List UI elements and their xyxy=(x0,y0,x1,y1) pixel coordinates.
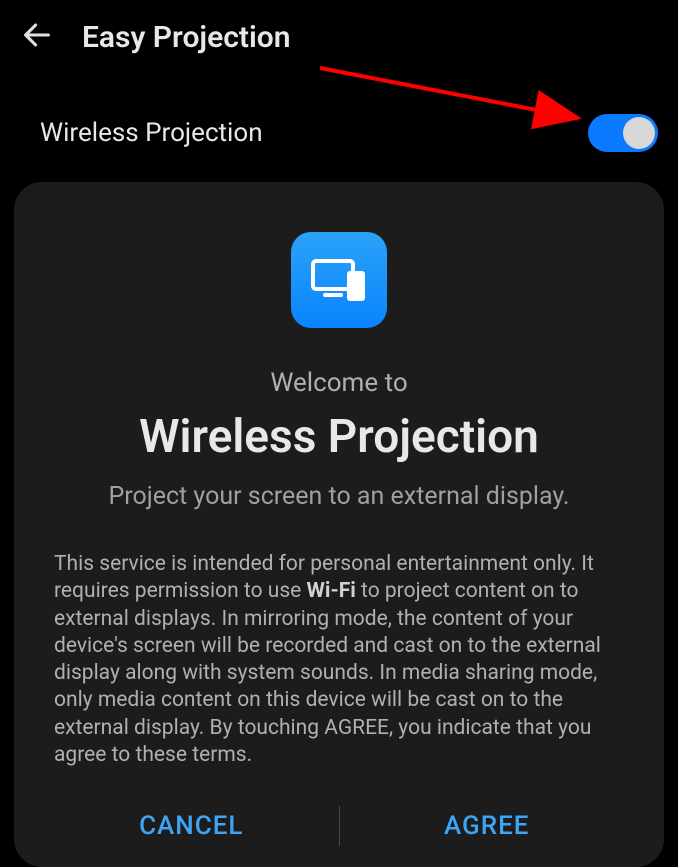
toggle-knob xyxy=(623,117,655,149)
agree-button[interactable]: AGREE xyxy=(340,785,635,867)
wireless-projection-row: Wireless Projection xyxy=(0,74,678,172)
wireless-projection-dialog: Welcome to Wireless Projection Project y… xyxy=(14,182,664,867)
projection-icon xyxy=(291,232,387,328)
dialog-body-text: This service is intended for personal en… xyxy=(44,551,634,769)
dialog-subtitle: Project your screen to an external displ… xyxy=(108,482,569,511)
dialog-button-row: CANCEL AGREE xyxy=(44,785,634,867)
welcome-text: Welcome to xyxy=(270,368,407,398)
wireless-projection-label: Wireless Projection xyxy=(40,118,263,148)
cancel-button[interactable]: CANCEL xyxy=(44,785,339,867)
back-button[interactable] xyxy=(20,18,54,56)
dialog-title: Wireless Projection xyxy=(139,410,539,464)
page-title: Easy Projection xyxy=(82,20,290,55)
body-text-bold: Wi-Fi xyxy=(307,579,356,603)
body-text-2: to project content on to external displa… xyxy=(54,579,601,767)
wireless-projection-toggle[interactable] xyxy=(588,114,658,152)
